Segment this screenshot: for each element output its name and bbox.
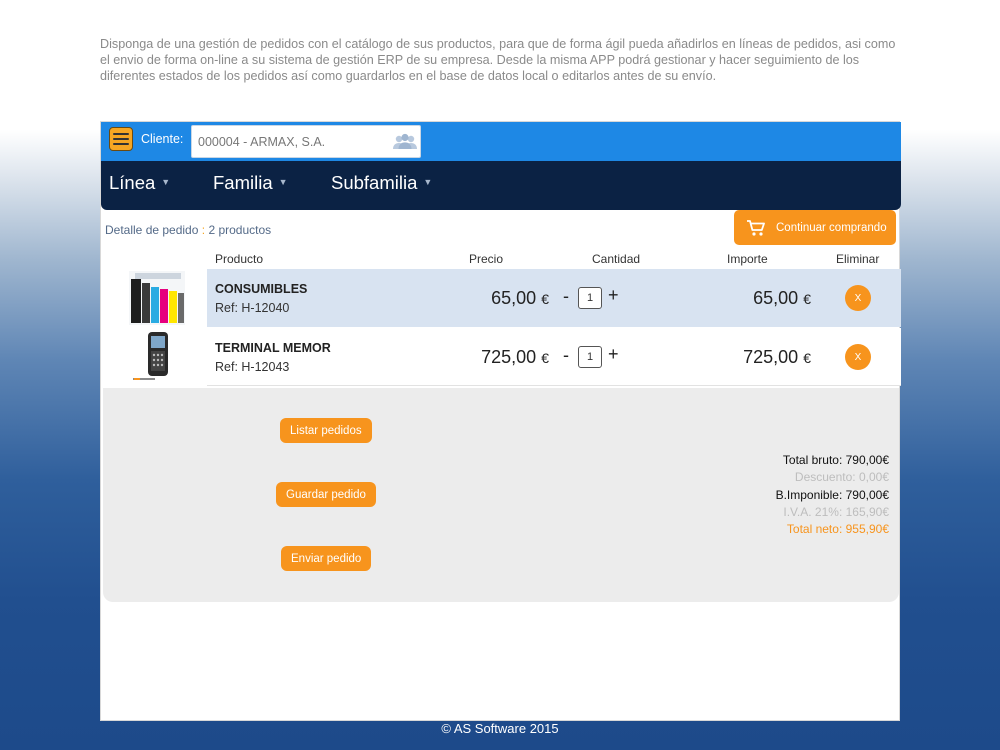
- intro-text: Disponga de una gestión de pedidos con e…: [100, 37, 896, 83]
- order-summary-panel: Listar pedidos Guardar pedido Enviar ped…: [103, 388, 899, 602]
- line-amount: 725,00 €: [743, 347, 811, 367]
- product-name: CONSUMIBLES: [215, 282, 308, 296]
- remove-line-button[interactable]: X: [845, 344, 871, 370]
- vat: I.V.A. 21%: 165,90€: [783, 504, 889, 519]
- category-familia[interactable]: Familia ▼: [213, 172, 288, 194]
- header-remove: Eliminar: [836, 252, 880, 266]
- header-product: Producto: [215, 252, 264, 266]
- decrease-quantity-button[interactable]: -: [563, 286, 569, 307]
- handheld-terminal-image: [133, 332, 168, 380]
- product-price: 65,00 €: [491, 288, 549, 308]
- order-detail-label: Detalle de pedido : 2 productos: [105, 223, 272, 237]
- shopping-cart-icon: [747, 219, 765, 236]
- discount: Descuento: 0,00€: [794, 470, 889, 485]
- category-subfamilia[interactable]: Subfamilia ▼: [331, 172, 432, 194]
- footer-copyright: © AS Software 2015: [441, 721, 559, 736]
- product-thumbnail: [101, 269, 207, 327]
- product-price: 725,00 €: [481, 347, 549, 367]
- order-app: Cliente: Línea ▼ Familia ▼ Subfamilia ▼ Det…: [100, 121, 901, 721]
- category-label: Subfamilia: [331, 172, 418, 193]
- product-ref: Ref: H-12040: [215, 301, 290, 315]
- decrease-quantity-button[interactable]: -: [563, 345, 569, 366]
- header-price: Precio: [469, 252, 504, 266]
- ink-cartridges-image: [129, 271, 185, 325]
- users-icon[interactable]: [392, 132, 418, 150]
- quantity-field[interactable]: 1: [578, 346, 602, 368]
- quantity-field[interactable]: 1: [578, 287, 602, 309]
- client-input[interactable]: [191, 125, 421, 158]
- chevron-down-icon: ▼: [161, 177, 171, 187]
- header-quantity: Cantidad: [592, 252, 641, 266]
- category-linea[interactable]: Línea ▼: [109, 172, 170, 194]
- totals-block: Total bruto: 790,00€ Descuento: 0,00€ B.…: [776, 452, 889, 538]
- list-orders-button[interactable]: Listar pedidos: [280, 418, 372, 443]
- product-name: TERMINAL MEMOR: [215, 341, 331, 355]
- category-label: Línea: [109, 172, 156, 193]
- table-row[interactable]: CONSUMIBLES Ref: H-12040 65,00 € - 1 + 6…: [101, 269, 901, 327]
- product-ref: Ref: H-12043: [215, 360, 290, 374]
- total-gross: Total bruto: 790,00€: [782, 453, 889, 467]
- product-thumbnail: [101, 328, 207, 386]
- remove-line-button[interactable]: X: [845, 285, 871, 311]
- line-amount: 65,00 €: [753, 288, 811, 308]
- total-net: Total neto: 955,90€: [786, 522, 889, 537]
- increase-quantity-button[interactable]: +: [608, 285, 619, 306]
- continue-shopping-button[interactable]: Continuar comprando: [734, 210, 896, 245]
- header-amount: Importe: [727, 252, 768, 266]
- table-row[interactable]: TERMINAL MEMOR Ref: H-12043 725,00 € - 1…: [101, 328, 901, 386]
- category-label: Familia: [213, 172, 273, 193]
- increase-quantity-button[interactable]: +: [608, 344, 619, 365]
- top-bar: Cliente:: [101, 122, 901, 162]
- client-label: Cliente:: [141, 132, 184, 146]
- product-count: 2 productos: [208, 223, 272, 237]
- save-order-button[interactable]: Guardar pedido: [276, 482, 376, 507]
- chevron-down-icon: ▼: [423, 177, 433, 187]
- hamburger-menu-icon[interactable]: [109, 127, 133, 151]
- category-bar: Línea ▼ Familia ▼ Subfamilia ▼: [101, 161, 901, 210]
- chevron-down-icon: ▼: [278, 177, 288, 187]
- taxable-base: B.Imponible: 790,00€: [775, 487, 889, 502]
- send-order-button[interactable]: Enviar pedido: [281, 546, 372, 571]
